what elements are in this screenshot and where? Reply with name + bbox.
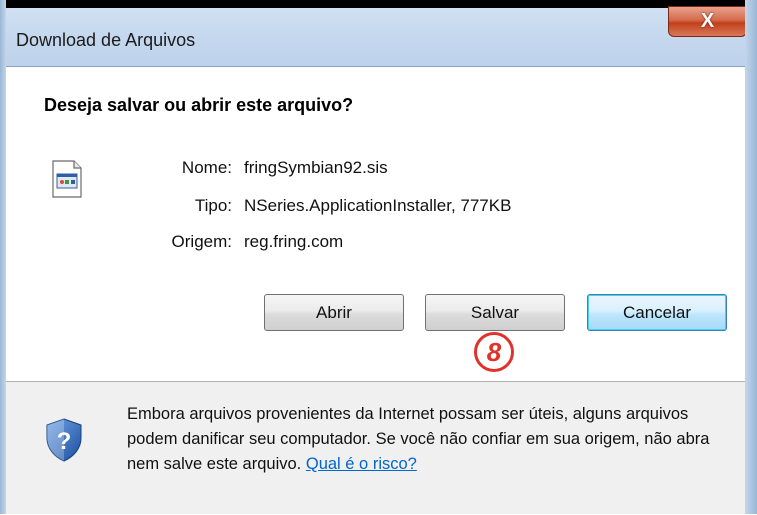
origin-label: Origem: bbox=[171, 232, 232, 251]
close-button[interactable]: X bbox=[668, 6, 747, 37]
type-value: NSeries.ApplicationInstaller, 777KB bbox=[244, 196, 512, 215]
origin-value: reg.fring.com bbox=[244, 232, 344, 251]
risk-link[interactable]: Qual é o risco? bbox=[306, 455, 417, 473]
cancel-button[interactable]: Cancelar bbox=[587, 294, 727, 331]
download-dialog-window: Download de Arquivos X Deseja salvar ou … bbox=[0, 0, 757, 515]
warning-text: Embora arquivos provenientes da Internet… bbox=[127, 405, 710, 473]
type-label: Tipo: bbox=[194, 196, 232, 215]
window-frame-right bbox=[745, 0, 757, 514]
file-application-icon bbox=[52, 160, 82, 198]
name-label: Nome: bbox=[181, 158, 232, 177]
step-number-marker: 8 bbox=[474, 332, 514, 372]
window-title: Download de Arquivos bbox=[16, 30, 196, 50]
shield-question-icon: ? bbox=[46, 418, 82, 462]
svg-text:?: ? bbox=[57, 428, 72, 455]
warning-message: Embora arquivos provenientes da Internet… bbox=[127, 402, 727, 477]
screen-top-edge bbox=[0, 0, 757, 8]
open-button[interactable]: Abrir bbox=[264, 294, 404, 331]
dialog-question: Deseja salvar ou abrir este arquivo? bbox=[44, 95, 354, 115]
save-button[interactable]: Salvar bbox=[425, 294, 565, 331]
name-value: fringSymbian92.sis bbox=[244, 158, 388, 177]
close-icon: X bbox=[700, 10, 715, 32]
